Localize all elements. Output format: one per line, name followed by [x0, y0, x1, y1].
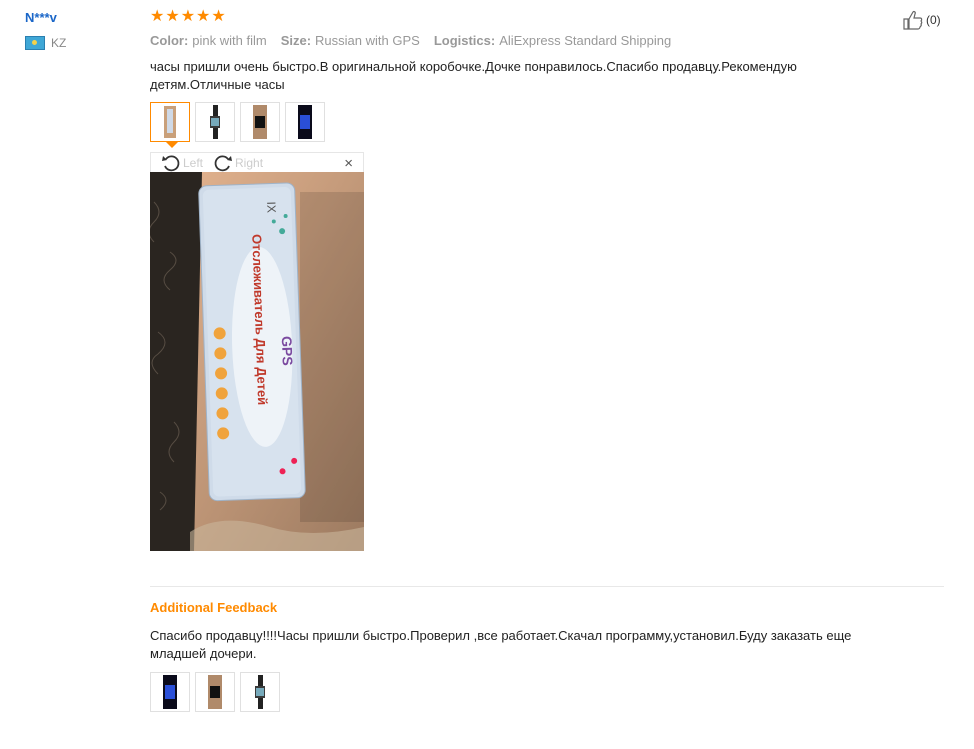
user-name[interactable]: N***v [25, 10, 57, 25]
box-title-gps: GPS [279, 336, 296, 366]
star-icon: ★ [150, 8, 165, 25]
review-text: часы пришли очень быстро.В оригинальной … [150, 59, 797, 92]
photo-thumb-watch-wrist[interactable] [240, 102, 280, 142]
additional-photo-thumbs [150, 672, 280, 712]
rotate-left-button[interactable]: Left [161, 153, 203, 173]
country-code: KZ [51, 36, 67, 50]
review-meta: Color: pink with film Size: Russian with G… [150, 33, 671, 48]
rotate-left-icon [162, 154, 180, 171]
box-brand-text: IX [264, 201, 278, 213]
photo-viewer-toolbar: Left Right × [150, 152, 364, 172]
rating-stars: ★ ★ ★ ★ ★ [150, 9, 226, 25]
photo-thumb-watch[interactable] [195, 102, 235, 142]
close-viewer-button[interactable]: × [344, 155, 353, 172]
meta-color: Color: pink with film [150, 33, 267, 48]
photo-thumb-watch-wrist[interactable] [195, 672, 235, 712]
meta-logistics: Logistics: AliExpress Standard Shipping [433, 33, 672, 48]
photo-thumb-box[interactable] [150, 102, 190, 148]
kz-flag-icon [25, 36, 45, 50]
meta-size: Size: Russian with GPS [280, 33, 420, 48]
star-icon: ★ [165, 8, 180, 25]
helpful-button[interactable]: (0) [902, 10, 941, 30]
rotate-right-icon [214, 154, 233, 171]
photo-thumb-watch-screen[interactable] [150, 672, 190, 712]
additional-feedback-text: Спасибо продавцу!!!!Часы пришли быстро.П… [150, 628, 852, 661]
review-photo-large: IX GPS Отслеживатель Для Детей [150, 172, 364, 551]
photo-thumb-watch-screen[interactable] [285, 102, 325, 142]
thumbs-up-icon [903, 11, 923, 30]
star-icon: ★ [196, 8, 211, 25]
photo-thumb-watch[interactable] [240, 672, 280, 712]
review-photo-thumbs [150, 102, 325, 148]
rotate-right-button[interactable]: Right [213, 153, 263, 173]
helpful-count: (0) [926, 13, 941, 27]
section-divider [150, 586, 944, 587]
star-icon: ★ [211, 8, 226, 25]
user-country: KZ [25, 36, 66, 50]
additional-feedback-title: Additional Feedback [150, 600, 278, 615]
star-icon: ★ [180, 8, 196, 25]
box-photo-image: IX GPS Отслеживатель Для Детей [150, 172, 364, 551]
